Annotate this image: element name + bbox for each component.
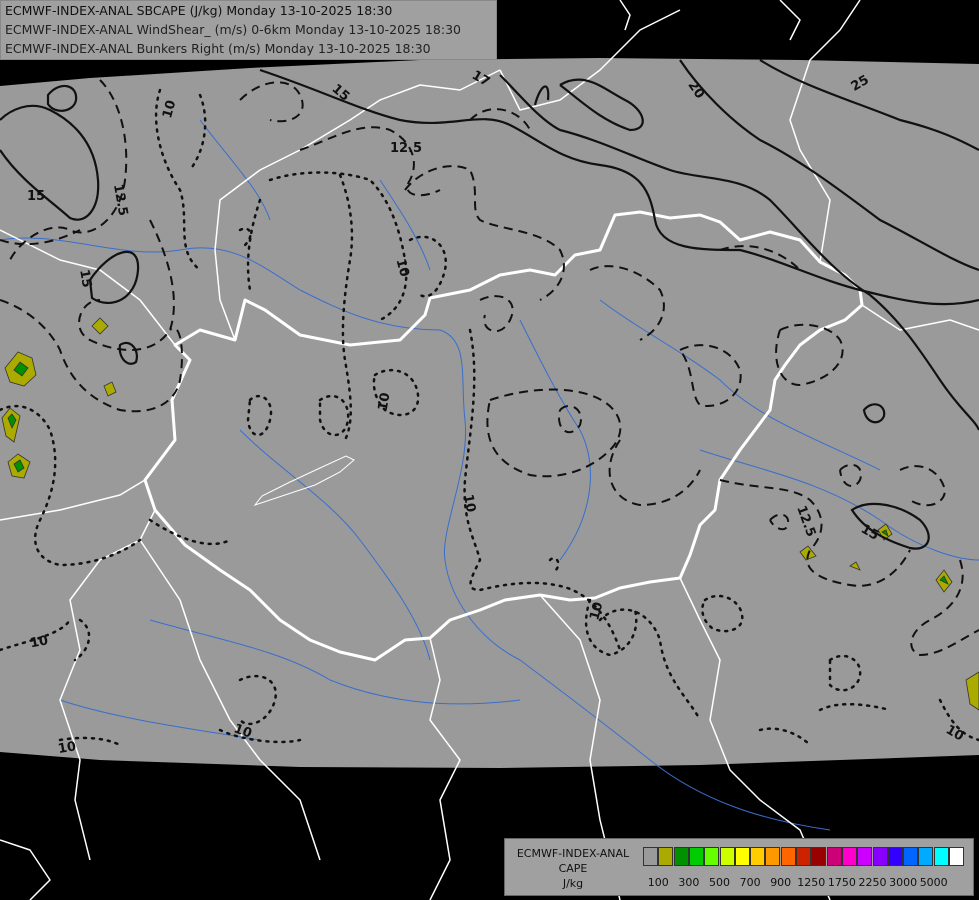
legend-tick-label: 500: [709, 876, 730, 889]
legend-tick-label: 1750: [827, 876, 856, 889]
legend-swatch: [750, 847, 766, 866]
legend-swatch: [688, 847, 704, 866]
legend-swatch: [826, 847, 842, 866]
contour-label: 10: [29, 633, 49, 651]
legend-title: ECMWF-INDEX-ANAL CAPE J/kg: [507, 846, 639, 891]
legend-swatch: [949, 847, 964, 866]
contour-label: 10: [57, 739, 77, 757]
legend-swatch: [643, 847, 658, 866]
legend-tick-label: 3000: [889, 876, 918, 889]
legend-tick-label: 900: [770, 876, 792, 889]
header-line-bunkers: ECMWF-INDEX-ANAL Bunkers Right (m/s) Mon…: [5, 41, 431, 56]
contour-label: 10: [376, 392, 394, 412]
legend-title-units: J/kg: [562, 877, 584, 890]
map-header: ECMWF-INDEX-ANAL SBCAPE (J/kg) Monday 13…: [0, 0, 497, 60]
legend-swatch: [841, 847, 857, 866]
contour-label: 12.5: [390, 141, 422, 156]
legend-tick-label: 300: [678, 876, 700, 889]
legend-swatch: [765, 847, 781, 866]
cape-legend: ECMWF-INDEX-ANAL CAPE J/kg 100 300 500 700 9…: [504, 838, 974, 896]
legend-tick-label: 5000: [919, 876, 948, 889]
legend-swatch: [719, 847, 735, 866]
legend-swatch: [734, 847, 750, 866]
header-line-windshear: ECMWF-INDEX-ANAL WindShear_ (m/s) 0-6km …: [5, 22, 461, 37]
contour-label: 10: [460, 493, 478, 513]
legend-tick-label: 100: [647, 876, 669, 889]
legend-tick-label: 700: [739, 876, 761, 889]
legend-title-param: CAPE: [558, 862, 588, 875]
legend-tick-label: 2250: [858, 876, 887, 889]
legend-swatch: [872, 847, 888, 866]
contour-label: 15: [76, 268, 94, 288]
legend-swatch: [780, 847, 796, 866]
legend-swatch: [887, 847, 903, 866]
legend-swatch: [903, 847, 919, 866]
legend-swatch: [704, 847, 720, 866]
legend-swatch: [933, 847, 949, 866]
legend-swatch: [918, 847, 934, 866]
legend-swatch: [857, 847, 873, 866]
legend-swatch: [673, 847, 689, 866]
legend-swatch: [796, 847, 811, 866]
legend-swatch: [658, 847, 674, 866]
data-field: [0, 58, 979, 768]
legend-tick-label: 1250: [797, 876, 826, 889]
contour-label: 15: [27, 189, 45, 204]
legend-title-source: ECMWF-INDEX-ANAL: [516, 847, 630, 860]
weather-map: 10 12.5 15 15 15 17 20 25 12.5 10 10 10 …: [0, 0, 979, 900]
header-line-sbcape: ECMWF-INDEX-ANAL SBCAPE (J/kg) Monday 13…: [5, 3, 393, 18]
legend-swatch: [811, 847, 827, 866]
